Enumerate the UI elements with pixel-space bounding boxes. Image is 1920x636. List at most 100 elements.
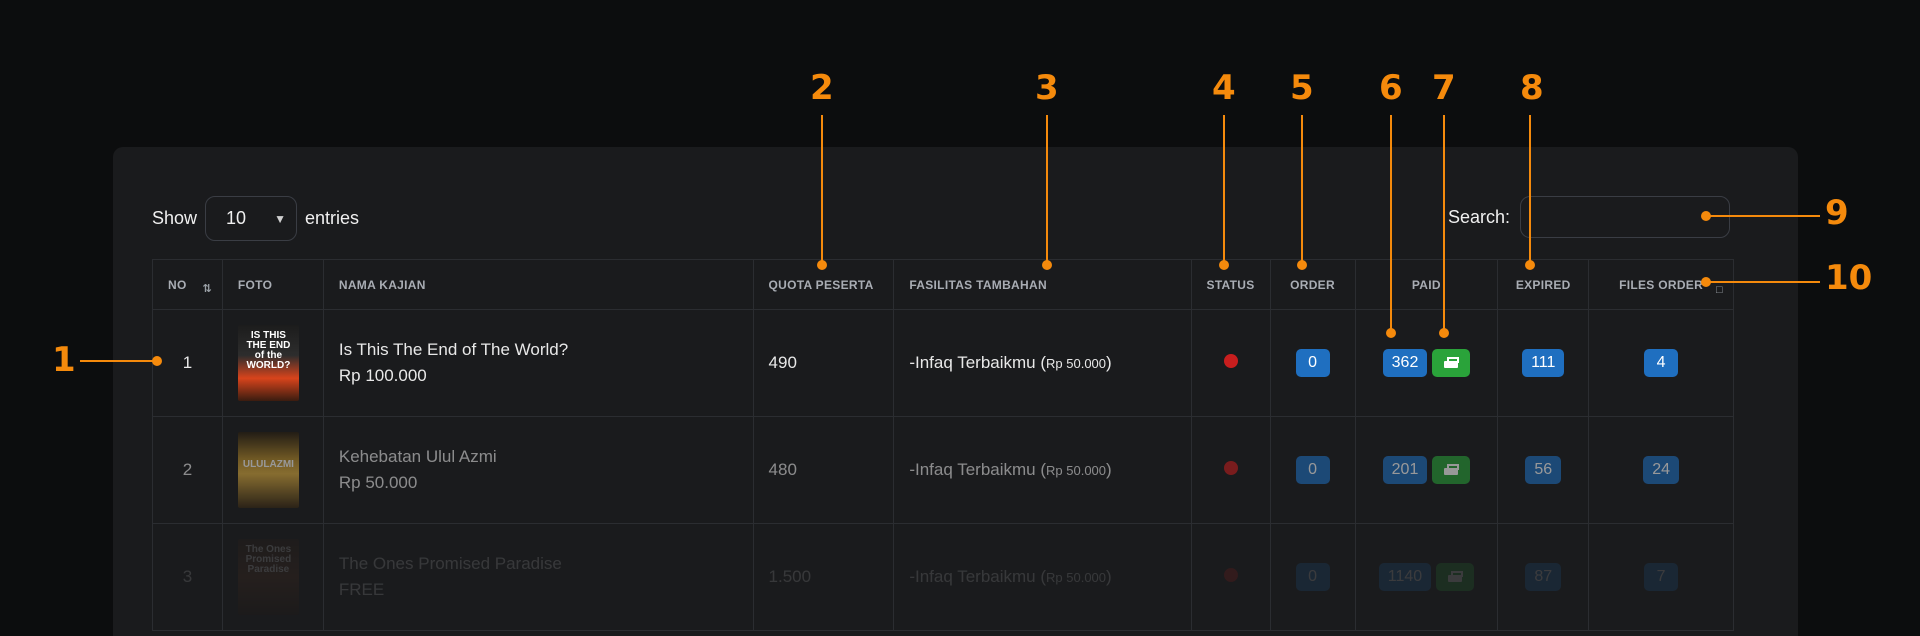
table-row: 1 IS THIS THE END of the WORLD? Is This … — [152, 309, 1734, 417]
header-expired[interactable]: EXPIRED — [1497, 259, 1590, 310]
callout-2: 2 — [810, 68, 834, 108]
row-quota: 1.500 — [752, 523, 895, 631]
row-nama: Kehebatan Ulul Azmi Rp 50.000 — [322, 416, 754, 524]
row-no: 3 — [152, 523, 223, 631]
status-indicator — [1223, 461, 1238, 475]
paid-badge[interactable]: 1140 — [1378, 563, 1432, 591]
files-order-badge[interactable]: 24 — [1643, 456, 1679, 484]
row-foto[interactable]: ULULAZMI — [221, 416, 324, 524]
expired-badge[interactable]: 56 — [1525, 456, 1562, 484]
row-quota: 480 — [752, 416, 895, 524]
chevron-down-icon: ▼ — [274, 211, 287, 226]
callout-dot-8 — [1525, 260, 1535, 270]
callout-4: 4 — [1212, 68, 1236, 108]
row-paid: 1140 — [1354, 523, 1499, 631]
callout-line-5 — [1301, 115, 1303, 263]
table-header-row: NO ⇅ FOTO NAMA KAJIAN QUOTA PESERTA FASI… — [152, 259, 1734, 310]
row-fasilitas: -Infaq Terbaikmu (Rp 50.000) — [893, 416, 1192, 524]
order-badge[interactable]: 0 — [1295, 456, 1330, 484]
event-title: The Ones Promised Paradise — [338, 554, 562, 573]
callout-line-3 — [1046, 115, 1048, 263]
entries-label: entries — [305, 208, 360, 228]
callout-1: 1 — [52, 340, 76, 380]
row-fasilitas: -Infaq Terbaikmu (Rp 50.000) — [893, 309, 1192, 417]
entries-select-value: 10 — [226, 208, 247, 228]
row-files-order: 24 — [1588, 416, 1734, 524]
search-label: Search: — [1447, 206, 1510, 227]
row-expired: 56 — [1497, 416, 1590, 524]
header-order[interactable]: ORDER — [1269, 259, 1356, 310]
row-expired: 87 — [1497, 523, 1590, 631]
callout-line-10 — [1705, 281, 1820, 283]
callout-line-1 — [80, 360, 155, 362]
expired-badge[interactable]: 111 — [1522, 349, 1565, 377]
row-status — [1190, 309, 1271, 417]
paid-badge[interactable]: 201 — [1382, 456, 1428, 484]
callout-line-6 — [1390, 115, 1392, 333]
event-title: Is This The End of The World? — [338, 340, 569, 359]
event-poster-image[interactable]: ULULAZMI — [237, 432, 299, 508]
row-expired: 111 — [1497, 309, 1590, 417]
row-order: 0 — [1269, 309, 1356, 417]
callout-dot-5 — [1297, 260, 1307, 270]
header-files-order[interactable]: FILES ORDER □ — [1588, 259, 1734, 310]
table-row: 3 The Ones Promised Paradise The Ones Pr… — [152, 523, 1734, 631]
row-foto[interactable]: IS THIS THE END of the WORLD? — [221, 309, 324, 417]
row-no: 2 — [152, 416, 223, 524]
header-status[interactable]: STATUS — [1190, 259, 1271, 310]
header-foto[interactable]: FOTO — [221, 259, 324, 310]
print-button[interactable] — [1435, 563, 1474, 591]
table-row: 2 ULULAZMI Kehebatan Ulul Azmi Rp 50.000… — [152, 416, 1734, 524]
files-order-badge[interactable]: 7 — [1644, 563, 1679, 591]
row-files-order: 4 — [1588, 309, 1734, 417]
callout-10: 10 — [1825, 258, 1873, 298]
entries-select[interactable]: 10 ▼ — [205, 196, 298, 241]
row-paid: 362 — [1354, 309, 1499, 417]
expired-badge[interactable]: 87 — [1525, 563, 1562, 591]
search-input[interactable] — [1520, 196, 1730, 238]
callout-dot-9 — [1701, 211, 1711, 221]
row-order: 0 — [1269, 416, 1356, 524]
event-poster-image[interactable]: The Ones Promised Paradise — [237, 539, 299, 615]
print-icon — [1447, 570, 1463, 583]
event-price: Rp 100.000 — [338, 366, 427, 385]
row-fasilitas: -Infaq Terbaikmu (Rp 50.000) — [893, 523, 1192, 631]
row-no: 1 — [152, 309, 223, 417]
row-order: 0 — [1269, 523, 1356, 631]
paid-badge[interactable]: 362 — [1382, 349, 1428, 377]
print-button[interactable] — [1432, 349, 1471, 377]
callout-dot-3 — [1042, 260, 1052, 270]
header-paid[interactable]: PAID — [1354, 259, 1499, 310]
print-button[interactable] — [1432, 456, 1471, 484]
sort-icon: □ — [1716, 284, 1723, 296]
callout-5: 5 — [1290, 68, 1314, 108]
row-status — [1190, 416, 1271, 524]
data-table: NO ⇅ FOTO NAMA KAJIAN QUOTA PESERTA FASI… — [152, 259, 1734, 631]
callout-7: 7 — [1432, 68, 1456, 108]
print-icon — [1444, 356, 1460, 369]
callout-dot-1 — [152, 356, 162, 366]
row-nama: The Ones Promised Paradise FREE — [322, 523, 754, 631]
row-paid: 201 — [1354, 416, 1499, 524]
event-poster-image[interactable]: IS THIS THE END of the WORLD? — [237, 325, 299, 401]
callout-dot-2 — [817, 260, 827, 270]
entries-control: Show 10 ▼ entries — [152, 196, 359, 241]
row-foto[interactable]: The Ones Promised Paradise — [221, 523, 324, 631]
header-no[interactable]: NO ⇅ — [152, 259, 223, 310]
row-quota: 490 — [752, 309, 895, 417]
callout-line-7 — [1443, 115, 1445, 333]
order-badge[interactable]: 0 — [1295, 349, 1330, 377]
files-order-badge[interactable]: 4 — [1644, 349, 1679, 377]
show-label: Show — [152, 208, 198, 228]
callout-6: 6 — [1379, 68, 1403, 108]
callout-dot-7 — [1439, 328, 1449, 338]
sort-icon: ⇅ — [202, 283, 212, 295]
row-nama: Is This The End of The World? Rp 100.000 — [322, 309, 754, 417]
print-icon — [1444, 463, 1460, 476]
callout-dot-6 — [1386, 328, 1396, 338]
order-badge[interactable]: 0 — [1295, 563, 1330, 591]
header-nama-kajian[interactable]: NAMA KAJIAN — [322, 259, 754, 310]
callout-line-2 — [821, 115, 823, 263]
event-title: Kehebatan Ulul Azmi — [338, 447, 497, 466]
status-indicator — [1223, 568, 1238, 582]
